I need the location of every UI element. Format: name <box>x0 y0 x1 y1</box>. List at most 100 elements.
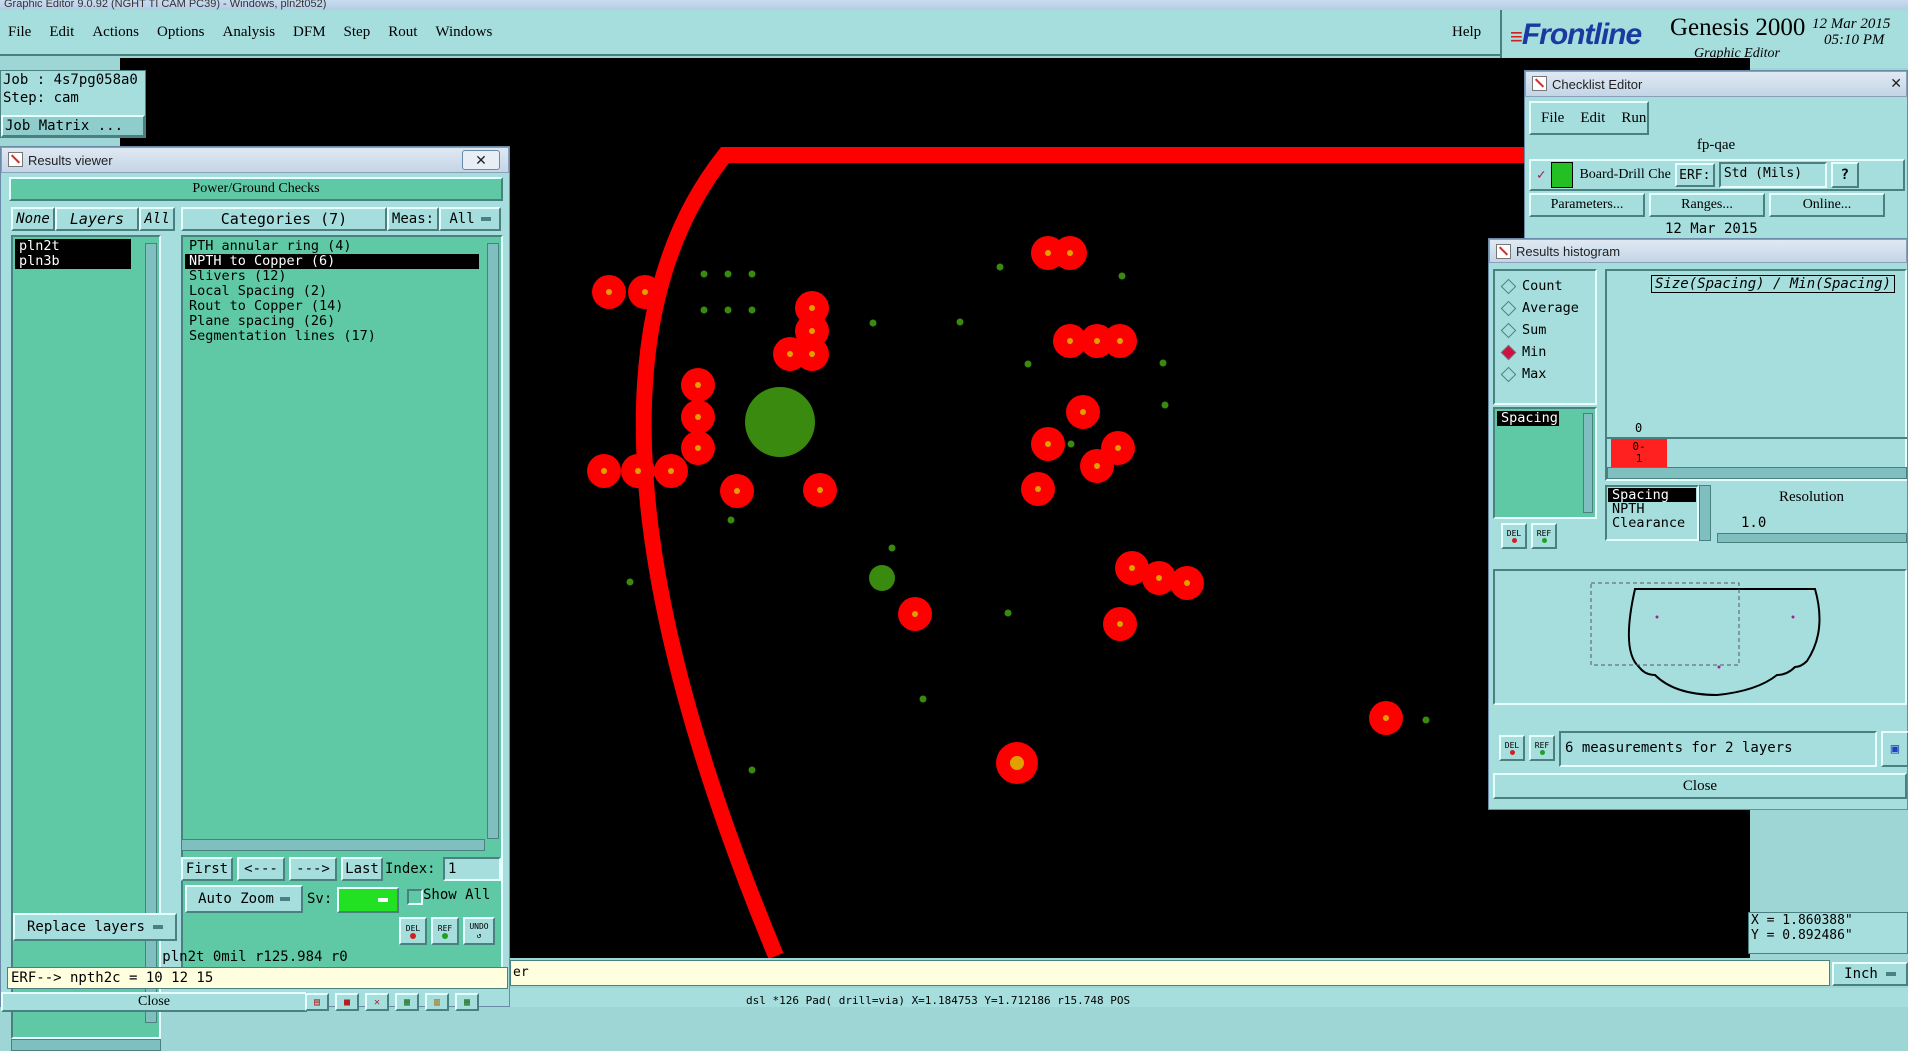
category-item[interactable]: Local Spacing (2) <box>185 284 479 299</box>
histogram-hscroll[interactable] <box>1607 467 1907 479</box>
none-button[interactable]: None <box>11 207 55 231</box>
category-item[interactable]: Plane spacing (26) <box>185 314 479 329</box>
via-dot[interactable] <box>956 318 964 326</box>
histogram-field-list[interactable]: Spacing <box>1493 407 1597 519</box>
category-list-scrollbar[interactable] <box>487 243 499 839</box>
via-dot[interactable] <box>1159 359 1167 367</box>
layer-list-hscroll[interactable] <box>11 1039 161 1051</box>
mode-min-radio[interactable]: Min <box>1495 341 1595 363</box>
via-dot[interactable] <box>919 695 927 703</box>
menu-actions[interactable]: Actions <box>92 24 139 41</box>
menu-options[interactable]: Options <box>157 24 205 41</box>
histogram-export-icon[interactable]: ▣ <box>1881 731 1908 767</box>
type-item[interactable]: NPTH <box>1608 502 1696 516</box>
type-item[interactable]: Spacing <box>1608 488 1696 502</box>
via-dot[interactable] <box>1161 401 1169 409</box>
mode-sum-radio[interactable]: Sum <box>1495 319 1595 341</box>
menu-windows[interactable]: Windows <box>435 24 492 41</box>
via-dot[interactable] <box>724 306 732 314</box>
results-viewer-close-button[interactable]: Close <box>1 992 307 1012</box>
via-dot[interactable] <box>888 544 896 552</box>
close-icon[interactable]: ✕ <box>1890 75 1902 92</box>
resolution-slider[interactable] <box>1717 533 1907 543</box>
via-dot[interactable] <box>748 306 756 314</box>
del-button[interactable]: DEL <box>399 917 427 945</box>
online-button[interactable]: Online... <box>1769 193 1885 217</box>
tool-icon-4[interactable]: ▦ <box>395 993 419 1011</box>
via-dot[interactable] <box>996 263 1004 271</box>
tool-icon-5[interactable]: ▥ <box>425 993 449 1011</box>
menu-step[interactable]: Step <box>344 24 371 41</box>
via-dot[interactable] <box>1024 360 1032 368</box>
checklist-titlebar[interactable]: Checklist Editor ✕ <box>1525 71 1907 97</box>
npth-hole[interactable] <box>745 387 815 457</box>
sv-color-dropdown[interactable] <box>337 887 399 913</box>
tool-icon-6[interactable]: ▦ <box>455 993 479 1011</box>
category-item[interactable]: Slivers (12) <box>185 269 479 284</box>
hist-ref-button-1[interactable]: REF <box>1531 523 1557 549</box>
erf-button[interactable]: ERF: <box>1674 163 1715 187</box>
menu-help[interactable]: Help <box>1452 24 1481 41</box>
via-dot[interactable] <box>700 270 708 278</box>
type-list-scrollbar[interactable] <box>1699 485 1711 541</box>
parameters-button[interactable]: Parameters... <box>1529 193 1645 217</box>
hist-ref-button-2[interactable]: REF <box>1529 735 1555 761</box>
tool-icon-3[interactable]: ✕ <box>365 993 389 1011</box>
field-item[interactable]: Spacing <box>1497 411 1559 426</box>
type-list[interactable]: Spacing NPTH Clearance <box>1605 485 1699 541</box>
command-line[interactable]: er <box>510 960 1830 986</box>
via-dot[interactable] <box>748 270 756 278</box>
category-item[interactable]: Segmentation lines (17) <box>185 329 479 344</box>
results-viewer-titlebar[interactable]: Results viewer ✕ <box>1 147 509 173</box>
help-button[interactable]: ? <box>1830 162 1859 188</box>
type-item[interactable]: Clearance <box>1608 516 1696 530</box>
histogram-bin[interactable]: 0- 1 <box>1611 439 1667 467</box>
via-dot[interactable] <box>626 578 634 586</box>
ref-button[interactable]: REF <box>431 917 459 945</box>
board-preview[interactable] <box>1493 569 1907 705</box>
via-dot[interactable] <box>724 270 732 278</box>
via-dot[interactable] <box>1118 272 1126 280</box>
all-button[interactable]: All <box>139 207 175 231</box>
menu-analysis[interactable]: Analysis <box>223 24 276 41</box>
via-dot[interactable] <box>1004 609 1012 617</box>
via-dot[interactable] <box>748 766 756 774</box>
checklist-menu-edit[interactable]: Edit <box>1580 110 1605 127</box>
menu-edit[interactable]: Edit <box>49 24 74 41</box>
menu-rout[interactable]: Rout <box>388 24 417 41</box>
meas-dropdown[interactable]: All <box>439 207 501 231</box>
first-button[interactable]: First <box>181 857 233 881</box>
npth-hole[interactable] <box>869 565 895 591</box>
histogram-close-button[interactable]: Close <box>1493 773 1907 799</box>
category-item[interactable]: NPTH to Copper (6) <box>185 254 479 269</box>
units-dropdown[interactable]: Inch <box>1832 962 1908 986</box>
last-button[interactable]: Last <box>341 857 383 881</box>
show-all-checkbox[interactable] <box>407 889 423 905</box>
via-dot[interactable] <box>869 319 877 327</box>
checklist-menu-run[interactable]: Run <box>1621 110 1646 127</box>
checklist-menu-file[interactable]: File <box>1541 110 1564 127</box>
menu-dfm[interactable]: DFM <box>293 24 326 41</box>
histogram-plot[interactable]: Size(Spacing) / Min(Spacing) 0 0- 1 <box>1605 269 1907 481</box>
category-item[interactable]: PTH annular ring (4) <box>185 239 479 254</box>
via-dot[interactable] <box>1067 440 1075 448</box>
category-item[interactable]: Rout to Copper (14) <box>185 299 479 314</box>
close-icon[interactable]: ✕ <box>462 150 500 170</box>
via-dot[interactable] <box>727 516 735 524</box>
hist-del-button-2[interactable]: DEL <box>1499 735 1525 761</box>
ranges-button[interactable]: Ranges... <box>1649 193 1765 217</box>
histogram-titlebar[interactable]: Results histogram <box>1489 239 1907 263</box>
via-dot[interactable] <box>1422 716 1430 724</box>
undo-button[interactable]: UNDO ↺ <box>463 917 495 945</box>
prev-button[interactable]: <--- <box>237 857 285 881</box>
tool-icon-1[interactable]: ▤ <box>305 993 329 1011</box>
auto-zoom-dropdown[interactable]: Auto Zoom <box>185 885 303 913</box>
job-matrix-button[interactable]: Job Matrix ... <box>1 115 145 137</box>
checklist-row[interactable]: ✓ Board-Drill Che ERF: Std (Mils) ? <box>1529 159 1905 191</box>
mode-max-radio[interactable]: Max <box>1495 363 1595 385</box>
layer-list-scrollbar[interactable] <box>145 243 157 1023</box>
field-list-scrollbar[interactable] <box>1583 413 1593 513</box>
menu-file[interactable]: File <box>8 24 31 41</box>
mode-average-radio[interactable]: Average <box>1495 297 1595 319</box>
next-button[interactable]: ---> <box>289 857 337 881</box>
